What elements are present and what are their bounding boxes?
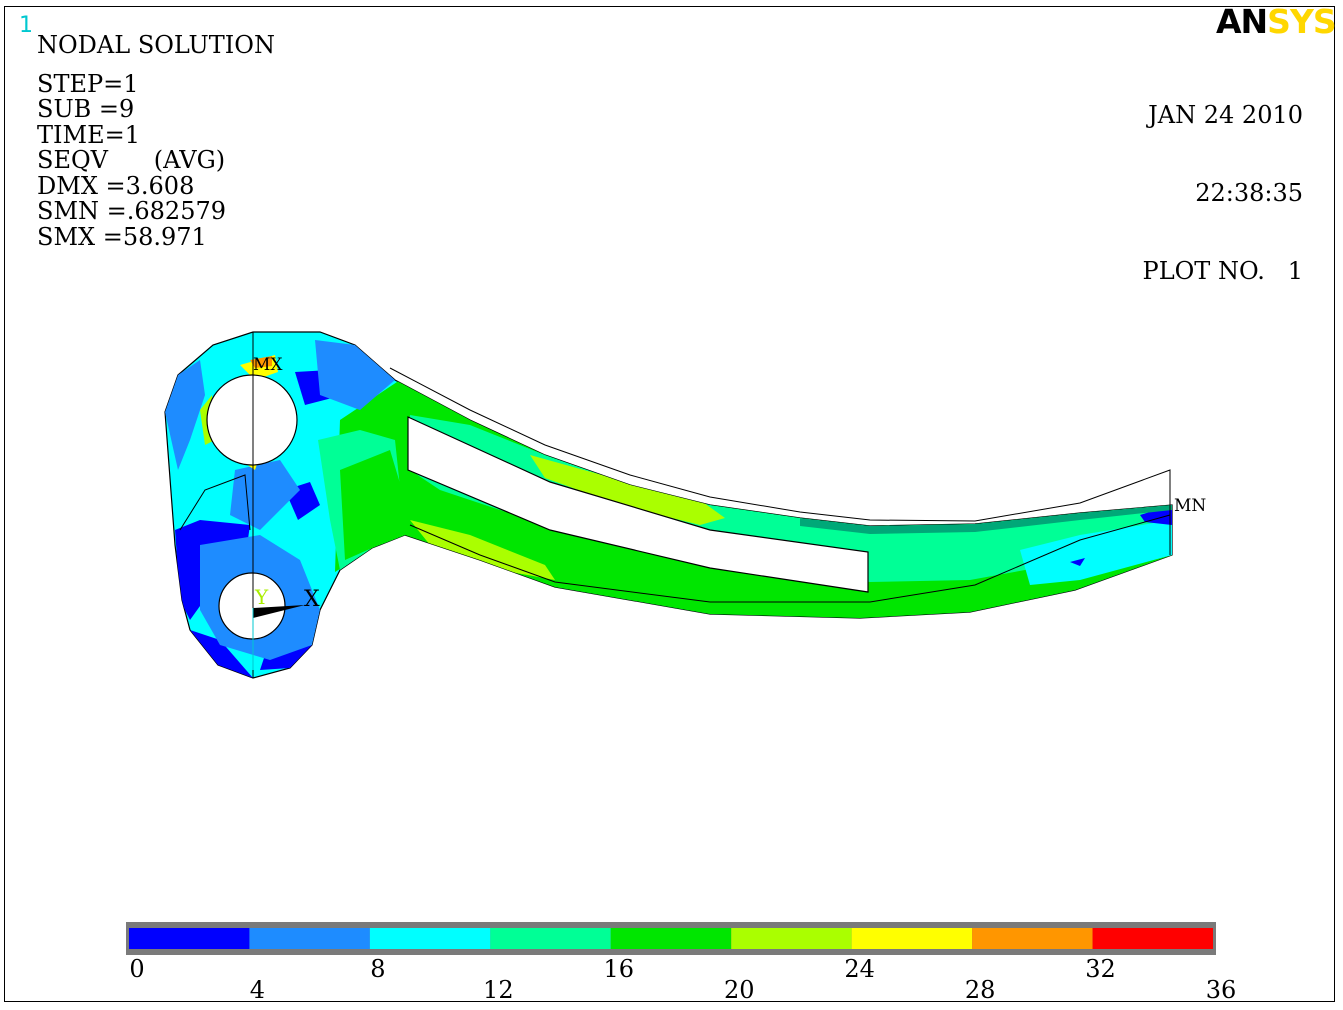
legend-swatch-2 [369, 928, 491, 949]
legend-swatch-1 [249, 928, 370, 949]
legend-label-bottom-4: 36 [1205, 976, 1237, 1004]
legend-swatch-5 [731, 928, 852, 949]
axis-x-label: X [304, 587, 320, 612]
legend-swatch-3 [490, 928, 611, 949]
fea-model-view: MX MN X Y [164, 331, 1206, 679]
legend-label-top-4: 32 [1085, 955, 1116, 983]
legend-swatch-0 [129, 928, 250, 949]
legend-label-top-1: 8 [370, 955, 386, 983]
legend-label-bottom-0: 4 [249, 976, 266, 1004]
axis-y-label: Y [254, 585, 269, 609]
legend-label-bottom-2: 20 [723, 976, 755, 1004]
legend-label-bottom-3: 28 [964, 976, 996, 1004]
legend-swatch-4 [610, 928, 732, 949]
legend-swatch-6 [851, 928, 973, 949]
stress-contour-body [164, 331, 1173, 679]
legend-swatch-7 [972, 928, 1093, 949]
max-marker: MX [253, 355, 283, 375]
legend-label-bottom-1: 12 [483, 976, 514, 1004]
legend-label-top-3: 24 [844, 955, 875, 983]
legend-label-top-2: 16 [603, 955, 635, 983]
min-marker: MN [1174, 496, 1206, 516]
legend-swatch-8 [1092, 928, 1213, 949]
legend-label-top-0: 0 [129, 955, 145, 983]
legend-swatches [126, 922, 1216, 955]
contour-legend-bar [126, 922, 1216, 955]
